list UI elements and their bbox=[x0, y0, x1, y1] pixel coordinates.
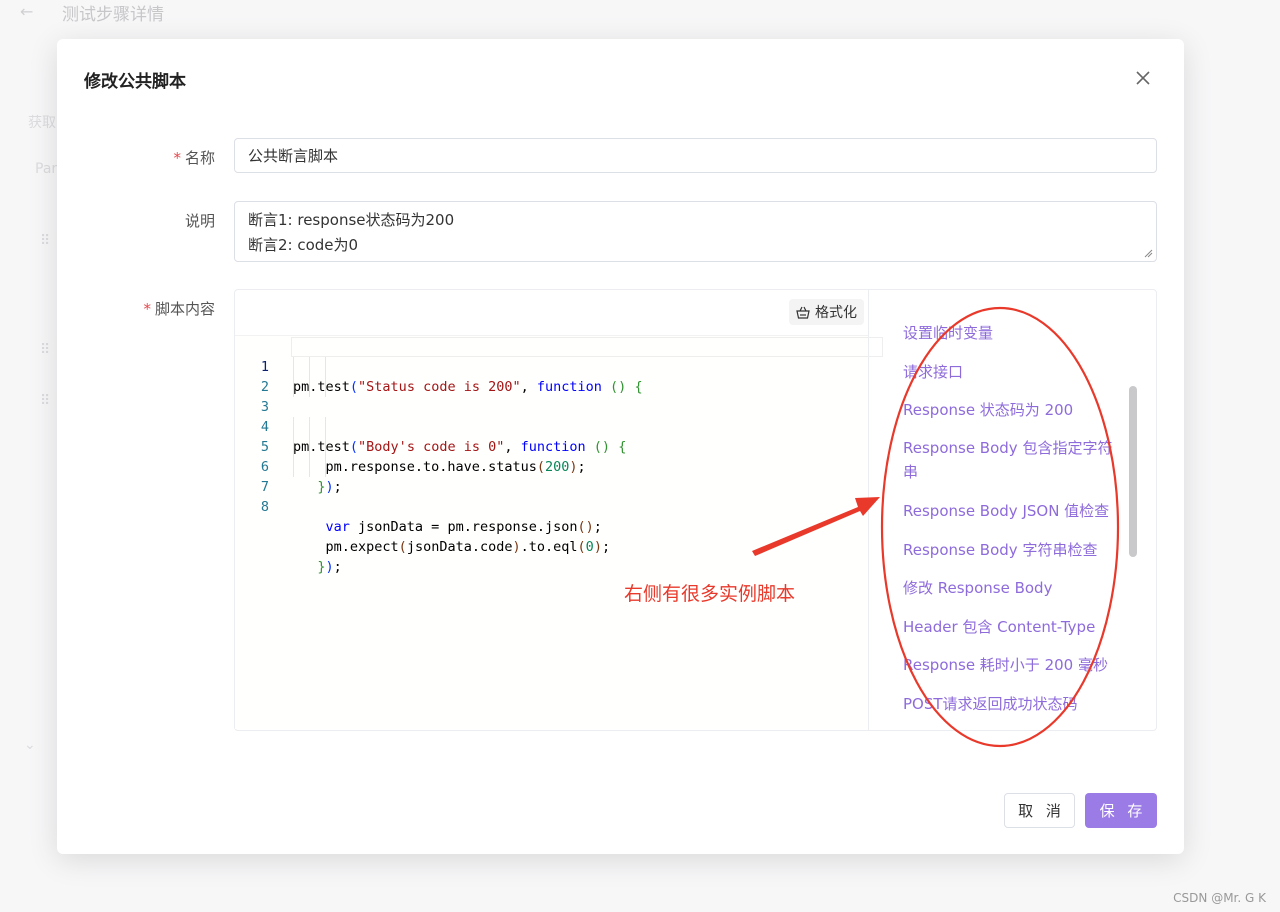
background-page-title: 测试步骤详情 bbox=[62, 5, 164, 25]
snippet-list: 设置临时变量 请求接口 Response 状态码为 200 Response B… bbox=[885, 290, 1156, 730]
indent-guide bbox=[325, 357, 326, 377]
indent-guide bbox=[293, 377, 294, 397]
background-text: 获取 bbox=[28, 115, 56, 131]
indent-guide bbox=[293, 457, 294, 477]
indent-guide bbox=[309, 377, 310, 397]
indent-guide bbox=[325, 437, 326, 457]
background-text: Par bbox=[35, 161, 58, 177]
indent-guide bbox=[309, 417, 310, 437]
code-line: 2 pm.response.to.have.status(200); bbox=[235, 357, 868, 475]
script-content-label: * 脚本内容 bbox=[143, 300, 215, 318]
resize-handle-icon[interactable] bbox=[1144, 249, 1153, 258]
script-editor-container: 格式化 1 pm.test("Status code is 200", func… bbox=[234, 289, 1157, 731]
code-area[interactable]: 1 pm.test("Status code is 200", function… bbox=[235, 335, 883, 729]
description-label: 说明 bbox=[184, 212, 215, 230]
indent-guide bbox=[293, 437, 294, 457]
watermark: CSDN @Mr. G K bbox=[1173, 891, 1266, 905]
format-button[interactable]: 格式化 bbox=[789, 299, 864, 325]
code-line: 6 pm.expect(jsonData.code).to.eql(0); bbox=[235, 437, 868, 555]
indent-guide bbox=[325, 377, 326, 397]
line-number: 8 bbox=[260, 499, 269, 515]
annotation-text: 右侧有很多实例脚本 bbox=[624, 583, 796, 605]
background-header: ← 测试步骤详情 bbox=[0, 0, 1280, 28]
required-mark: * bbox=[143, 300, 151, 318]
indent-guide bbox=[309, 357, 310, 377]
snippet-item[interactable]: Response 状态码为 200 bbox=[903, 398, 1123, 422]
code-editor[interactable]: 格式化 1 pm.test("Status code is 200", func… bbox=[235, 290, 883, 730]
dialog-title: 修改公共脚本 bbox=[84, 72, 186, 92]
snippet-item[interactable]: Header 包含 Content-Type bbox=[903, 615, 1123, 639]
snippet-item[interactable]: 请求接口 bbox=[903, 360, 1123, 384]
indent-guide bbox=[325, 417, 326, 437]
code-text: pm.expect(jsonData.code).to.eql(0); bbox=[293, 539, 611, 555]
drag-handle-icon: ⠿ bbox=[40, 342, 51, 358]
name-label: * 名称 bbox=[173, 149, 215, 167]
snippet-item[interactable]: Response 耗时小于 200 毫秒 bbox=[903, 653, 1123, 677]
description-line: 断言2: code为0 bbox=[248, 236, 359, 254]
close-icon bbox=[1136, 71, 1150, 85]
basket-icon bbox=[796, 306, 810, 319]
back-arrow-icon[interactable]: ← bbox=[20, 2, 33, 21]
snippet-item[interactable]: 修改 Response Body bbox=[903, 576, 1123, 600]
save-button[interactable]: 保 存 bbox=[1085, 793, 1157, 828]
name-input[interactable] bbox=[234, 138, 1157, 173]
snippet-item[interactable]: Response Body 字符串检查 bbox=[903, 538, 1123, 562]
indent-guide bbox=[293, 357, 294, 377]
indent-guide bbox=[293, 417, 294, 437]
required-mark: * bbox=[173, 149, 181, 167]
description-line: 断言1: response状态码为200 bbox=[248, 211, 455, 229]
snippet-item[interactable]: Response Body JSON 值检查 bbox=[903, 499, 1123, 523]
cancel-button[interactable]: 取 消 bbox=[1004, 793, 1075, 828]
indent-guide bbox=[325, 457, 326, 477]
snippet-scrollbar[interactable] bbox=[1129, 386, 1137, 557]
snippet-item[interactable]: POST请求返回成功状态码 bbox=[903, 692, 1123, 716]
code-line: 5 var jsonData = pm.response.json(); bbox=[235, 417, 868, 535]
indent-guide bbox=[309, 437, 310, 457]
code-line: 7 }); bbox=[235, 457, 868, 575]
snippet-item[interactable]: 设置临时变量 bbox=[903, 321, 1123, 345]
snippet-item[interactable]: Response Body 包含指定字符串 bbox=[903, 436, 1123, 484]
drag-handle-icon: ⠿ bbox=[40, 393, 51, 409]
indent-guide bbox=[309, 457, 310, 477]
drag-handle-icon: ⠿ bbox=[40, 233, 51, 249]
code-line: 3 }); bbox=[235, 377, 868, 495]
code-line: 8 bbox=[235, 477, 868, 515]
description-textarea[interactable]: 断言1: response状态码为200 断言2: code为0 bbox=[234, 201, 1157, 262]
format-button-label: 格式化 bbox=[815, 305, 857, 321]
code-text: var jsonData = pm.response.json(); bbox=[325, 519, 602, 535]
edit-script-dialog: 修改公共脚本 *名称 说明 断言1: response状态码为200 断言2: … bbox=[57, 39, 1184, 854]
code-line: 1 pm.test("Status code is 200", function… bbox=[235, 337, 868, 395]
close-button[interactable] bbox=[1132, 67, 1154, 89]
code-text: }); bbox=[317, 559, 342, 575]
code-line: 4 pm.test("Body's code is 0", function (… bbox=[235, 397, 868, 455]
chevron-down-icon: ⌄ bbox=[24, 737, 36, 753]
